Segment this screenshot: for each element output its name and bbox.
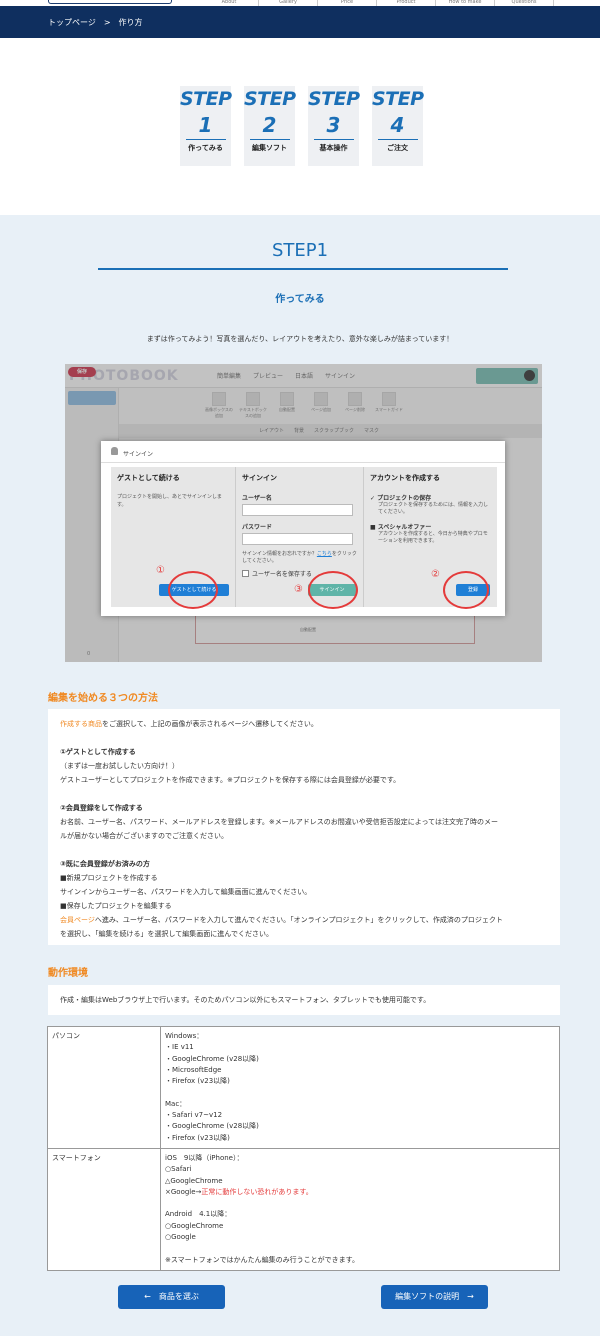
section-subtitle: 作ってみる xyxy=(275,294,325,305)
step-divider xyxy=(249,139,290,140)
next-step-button[interactable]: 編集ソフトの説明 → xyxy=(381,1285,488,1309)
mark-3: ③ xyxy=(294,584,303,595)
step-number: 2 xyxy=(262,113,277,137)
benefit-save-desc: プロジェクトを保存するためには、情報を入力してください。 xyxy=(378,502,489,515)
step-card-1[interactable]: STEP 1 作ってみる xyxy=(180,86,232,166)
method-3-edit-desc: へ進み、ユーザー名、パスワードを入力して進んでください。「オンラインプロジェクト… xyxy=(94,916,503,924)
breadcrumb-home[interactable]: トップページ xyxy=(48,17,96,28)
password-label: パスワード xyxy=(242,524,273,531)
signin-heading: サインイン xyxy=(242,474,277,482)
step-label: ご注文 xyxy=(387,144,408,152)
user-icon xyxy=(111,447,118,455)
prev-step-button[interactable]: ← 商品を選ぶ xyxy=(118,1285,225,1309)
guest-heading: ゲストとして続ける xyxy=(117,474,180,482)
username-input[interactable] xyxy=(242,504,353,516)
step-card-4[interactable]: STEP 4 ご注文 xyxy=(372,86,424,166)
method-2-title: ②会員登録をして作成する xyxy=(60,804,143,812)
step-label: 作ってみる xyxy=(188,144,223,152)
site-logo[interactable] xyxy=(48,0,172,4)
step-number: 1 xyxy=(198,113,213,137)
section-rule xyxy=(98,268,508,270)
env-title: 動作環境 xyxy=(48,968,88,979)
smartphone-list: iOS 9以降（iPhone）： ○Safari △GoogleChrome ×… xyxy=(160,1147,560,1271)
highlight-circle-register xyxy=(443,571,489,609)
step-divider xyxy=(377,139,418,140)
step-word: STEP xyxy=(180,88,232,110)
warning-text: 正常に動作しない恐れがあります。 xyxy=(201,1187,313,1196)
three-ways-box: 作成する商品をご選択して、上記の画像が表示されるページへ遷移してください。 ①ゲ… xyxy=(48,709,560,945)
env-note-box: 作成・編集はWebブラウザ上で行います。そのためパソコン以外にもスマートフォン、… xyxy=(48,985,560,1015)
method-3-new: ■新規プロジェクトを作成する xyxy=(60,874,158,882)
table-row: パソコン Windows： ・IE v11 ・GoogleChrome (v28… xyxy=(47,1026,560,1149)
step-label: 編集ソフト xyxy=(252,144,287,152)
product-link[interactable]: 作成する商品 xyxy=(60,720,102,728)
dialog-header: サインイン xyxy=(101,441,505,463)
member-page-link[interactable]: 会員ページ xyxy=(60,916,95,924)
section-intro: まずは作ってみよう！写真を選んだり、レイアウトを考えたり、意外な楽しみが詰まって… xyxy=(146,335,454,343)
method-3-edit: ■保存したプロジェクトを編集する xyxy=(60,902,172,910)
password-input[interactable] xyxy=(242,533,353,545)
step-divider xyxy=(313,139,354,140)
method-1-desc: ゲストユーザーとしてプロジェクトを作成できます。※プロジェクトを保存する際には会… xyxy=(60,776,401,784)
username-label: ユーザー名 xyxy=(242,495,272,502)
remember-checkbox[interactable] xyxy=(242,570,249,577)
benefit-offer-desc: アカウントを作成すると、今日から特典やプロモーションを利用できます。 xyxy=(378,531,488,544)
step-cards: STEP 1 作ってみる STEP 2 編集ソフト STEP 3 基本操作 ST… xyxy=(180,86,424,166)
step-card-3[interactable]: STEP 3 基本操作 xyxy=(308,86,360,166)
env-note: 作成・編集はWebブラウザ上で行います。そのためパソコン以外にもスマートフォン、… xyxy=(60,996,431,1004)
highlight-circle-signin xyxy=(308,571,358,609)
highlight-circle-guest xyxy=(168,571,218,609)
method-3-edit-desc-cont: を選択し、「編集を続ける」を選択して編集画面に進んでください。 xyxy=(60,930,273,938)
pc-list: Windows： ・IE v11 ・GoogleChrome (v28以降) ・… xyxy=(160,1026,560,1149)
env-table: パソコン Windows： ・IE v11 ・GoogleChrome (v28… xyxy=(47,1026,560,1271)
method-2-desc: お名前、ユーザー名、パスワード、メールアドレスを登録します。※メールアドレスのお… xyxy=(60,818,499,826)
pc-label: パソコン xyxy=(47,1026,161,1149)
step-number: 4 xyxy=(390,113,405,137)
forgot-text: サインイン情報をお忘れですか？こちらをクリックしてください。 xyxy=(242,551,357,564)
table-row: スマートフォン iOS 9以降（iPhone）： ○Safari △Google… xyxy=(47,1147,560,1271)
smartphone-label: スマートフォン xyxy=(47,1147,161,1271)
benefit-offer-title: ■ スペシャルオファー xyxy=(370,524,432,531)
section-title: STEP1 xyxy=(271,240,329,261)
create-heading: アカウントを作成する xyxy=(370,474,440,482)
step-divider xyxy=(185,139,226,140)
step-word: STEP xyxy=(372,88,424,110)
method-3-new-desc: サインインからユーザー名、パスワードを入力して編集画面に進んでください。 xyxy=(60,888,312,896)
step-label: 基本操作 xyxy=(319,144,348,152)
mark-2: ② xyxy=(431,569,440,580)
method-2-desc-cont: ルが届かない場合がございますのでご注意ください。 xyxy=(60,832,228,840)
method-1-note: （まずは一度お試ししたい方向け！） xyxy=(60,762,179,770)
mark-1: ① xyxy=(156,565,165,576)
step-card-2[interactable]: STEP 2 編集ソフト xyxy=(244,86,296,166)
step-number: 3 xyxy=(326,113,341,137)
lead-text: をご選択して、上記の画像が表示されるページへ遷移してください。 xyxy=(102,720,318,728)
guest-desc: プロジェクトを開始し、あとでサインインします。 xyxy=(117,494,222,508)
three-ways-title: 編集を始める３つの方法 xyxy=(48,693,158,704)
forgot-link[interactable]: こちら xyxy=(317,551,332,557)
remember-label: ユーザー名を保存する xyxy=(252,571,312,578)
step-word: STEP xyxy=(308,88,360,110)
step-word: STEP xyxy=(244,88,296,110)
benefit-save-title: ✓ プロジェクトの保存 xyxy=(370,495,432,502)
dialog-title: サインイン xyxy=(123,451,154,458)
method-3-title: ③既に会員登録がお済みの方 xyxy=(60,860,150,868)
breadcrumb: トップページ > 作り方 xyxy=(0,6,600,38)
breadcrumb-separator: > xyxy=(103,17,111,27)
breadcrumb-current: 作り方 xyxy=(118,17,143,27)
method-1-title: ①ゲストとして作成する xyxy=(60,748,136,756)
